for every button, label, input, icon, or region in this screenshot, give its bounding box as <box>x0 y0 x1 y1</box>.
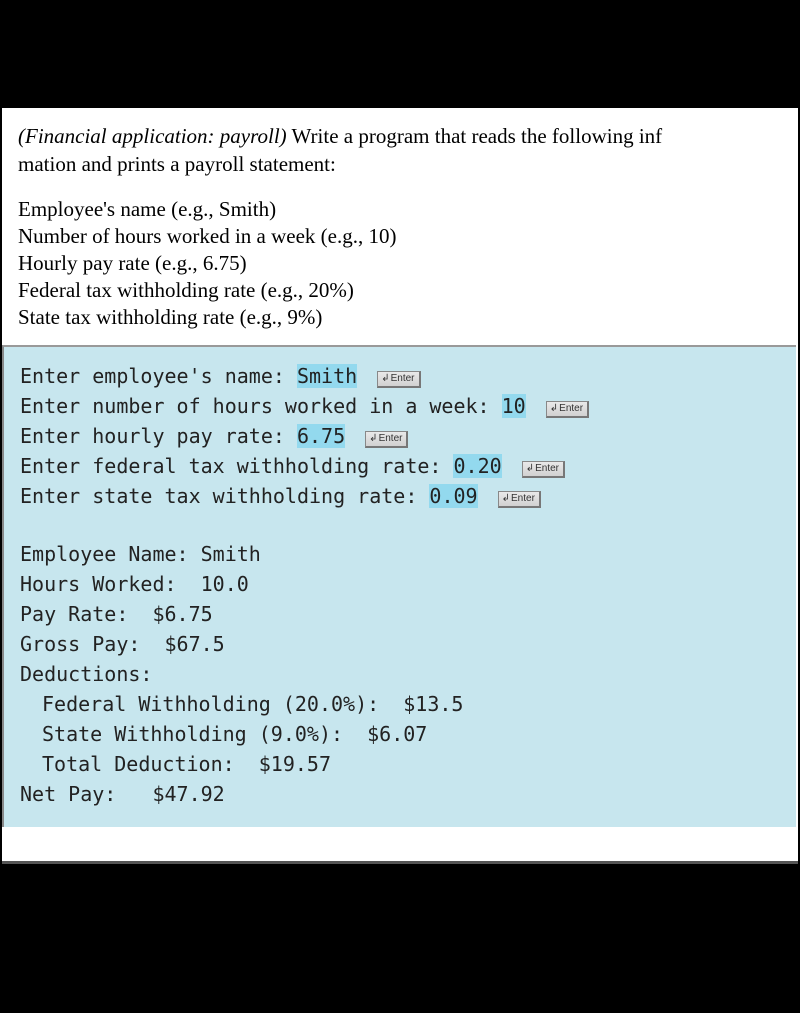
output-line: Employee Name: Smith <box>20 539 796 569</box>
requirement-line: Employee's name (e.g., Smith) <box>18 196 798 223</box>
requirement-line: State tax withholding rate (e.g., 9%) <box>18 304 798 331</box>
page-divider <box>2 861 798 864</box>
prompt-text: Enter hourly pay rate: <box>20 424 297 448</box>
output-line: Gross Pay: $67.5 <box>20 629 796 659</box>
enter-key-icon: ↲Enter <box>365 431 408 448</box>
output-line: Deductions: <box>20 659 796 689</box>
enter-key-icon: ↲Enter <box>498 491 541 508</box>
output-line: Hours Worked: 10.0 <box>20 569 796 599</box>
user-input: 6.75 <box>297 424 345 448</box>
user-input: Smith <box>297 364 357 388</box>
enter-key-icon: ↲Enter <box>546 401 589 418</box>
sample-run-console: Enter employee's name: Smith ↲Enter Ente… <box>2 345 796 827</box>
requirement-line: Hourly pay rate (e.g., 6.75) <box>18 250 798 277</box>
output-line: Total Deduction: $19.57 <box>20 749 796 779</box>
user-input: 0.09 <box>429 484 477 508</box>
output-line: Pay Rate: $6.75 <box>20 599 796 629</box>
user-input: 10 <box>502 394 526 418</box>
console-line: Enter employee's name: Smith ↲Enter <box>20 361 796 391</box>
problem-body-line1: Write a program that reads the following… <box>287 124 663 148</box>
requirement-line: Federal tax withholding rate (e.g., 20%) <box>18 277 798 304</box>
problem-statement: (Financial application: payroll) Write a… <box>2 108 798 186</box>
problem-body-line2: mation and prints a payroll statement: <box>18 152 336 176</box>
enter-key-icon: ↲Enter <box>522 461 565 478</box>
problem-title: (Financial application: payroll) <box>18 124 287 148</box>
prompt-text: Enter state tax withholding rate: <box>20 484 429 508</box>
document-page: (Financial application: payroll) Write a… <box>2 108 798 864</box>
prompt-text: Enter federal tax withholding rate: <box>20 454 453 478</box>
enter-key-icon: ↲Enter <box>377 371 420 388</box>
prompt-text: Enter employee's name: <box>20 364 297 388</box>
output-line: Net Pay: $47.92 <box>20 779 796 809</box>
output-line: Federal Withholding (20.0%): $13.5 <box>20 689 796 719</box>
console-line: Enter number of hours worked in a week: … <box>20 391 796 421</box>
console-line: Enter state tax withholding rate: 0.09 ↲… <box>20 481 796 511</box>
prompt-text: Enter number of hours worked in a week: <box>20 394 502 418</box>
output-line: State Withholding (9.0%): $6.07 <box>20 719 796 749</box>
input-requirements: Employee's name (e.g., Smith) Number of … <box>2 186 798 345</box>
console-line: Enter federal tax withholding rate: 0.20… <box>20 451 796 481</box>
user-input: 0.20 <box>453 454 501 478</box>
console-line: Enter hourly pay rate: 6.75 ↲Enter <box>20 421 796 451</box>
requirement-line: Number of hours worked in a week (e.g., … <box>18 223 798 250</box>
